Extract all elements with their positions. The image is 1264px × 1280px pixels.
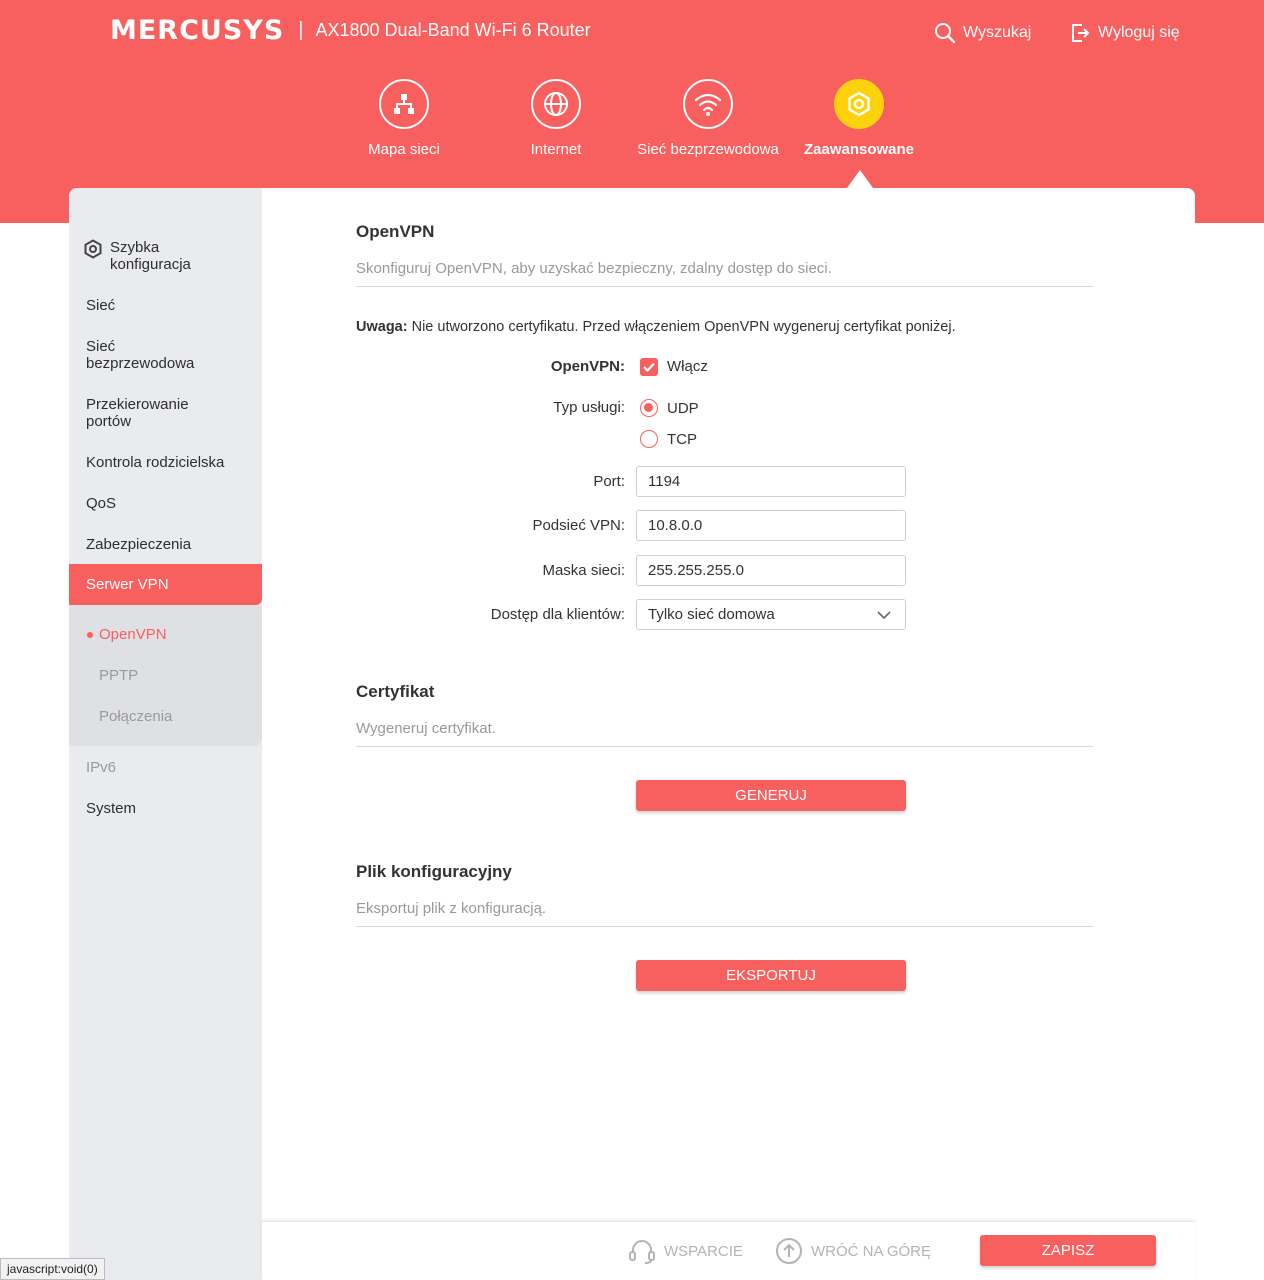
sidebar-item-wireless[interactable]: Sieć bezprzewodowa: [69, 338, 262, 372]
tcp-radio[interactable]: [640, 430, 658, 448]
mercusys-logo[interactable]: MERCUSYS: [110, 15, 284, 46]
sidebar-item-network[interactable]: Sieć: [69, 297, 262, 314]
nav-advanced[interactable]: Zaawansowane: [784, 79, 934, 158]
back-to-top-label: WRÓĆ NA GÓRĘ: [811, 1242, 932, 1260]
checkmark-icon: [643, 362, 655, 373]
sidebar-subitem-connections[interactable]: Połączenia: [99, 708, 172, 725]
generate-button[interactable]: GENERUJ: [636, 780, 906, 811]
sidebar-item-security[interactable]: Zabezpieczenia: [69, 536, 262, 553]
sidebar-item-quick-setup[interactable]: Szybka konfiguracja: [69, 239, 262, 273]
export-button[interactable]: EKSPORTUJ: [636, 960, 906, 991]
nav-label: Mapa sieci: [368, 141, 440, 158]
headset-icon: [629, 1240, 655, 1264]
logout-label: Wyloguj się: [1098, 24, 1180, 41]
nav-label: Sieć bezprzewodowa: [637, 141, 779, 158]
port-input[interactable]: 1194: [636, 466, 906, 497]
openvpn-enable-label: OpenVPN:: [550, 358, 625, 375]
sidebar-submenu: OpenVPN PPTP Połączenia: [69, 605, 262, 746]
client-access-value: Tylko sieć domowa: [648, 606, 775, 623]
sidebar-item-ipv6[interactable]: IPv6: [69, 759, 262, 776]
config-file-description: Eksportuj plik z konfiguracją.: [356, 900, 1093, 927]
openvpn-description: Skonfiguruj OpenVPN, aby uzyskać bezpiec…: [356, 260, 1093, 287]
nav-label: Zaawansowane: [803, 141, 915, 158]
service-type-label: Typ usługi:: [553, 399, 625, 416]
client-access-label: Dostęp dla klientów:: [490, 606, 625, 623]
sidebar-item-parental-controls[interactable]: Kontrola rodzicielska: [69, 454, 262, 471]
sidebar-item-label: Sieć bezprzewodowa: [86, 338, 195, 372]
support-link[interactable]: WSPARCIE: [628, 1237, 743, 1265]
logout-icon: [1072, 24, 1090, 42]
search-button[interactable]: Wyszukaj: [934, 22, 1031, 44]
vpn-subnet-label: Podsieć VPN:: [532, 517, 625, 534]
port-label: Port:: [593, 473, 625, 490]
sidebar-item-label: IPv6: [86, 759, 117, 776]
udp-label: UDP: [667, 400, 699, 417]
support-label: WSPARCIE: [664, 1242, 743, 1260]
nav-wireless[interactable]: Sieć bezprzewodowa: [633, 79, 783, 158]
note-label: Uwaga:: [356, 319, 408, 335]
brand-separator: |: [298, 18, 304, 41]
certificate-title: Certyfikat: [356, 682, 435, 701]
note-text: Nie utworzono certyfikatu. Przed włączen…: [407, 319, 956, 335]
back-to-top-link[interactable]: WRÓĆ NA GÓRĘ: [775, 1237, 931, 1265]
sidebar-item-qos[interactable]: QoS: [69, 495, 262, 512]
active-dot: [87, 632, 93, 638]
main-card: Szybka konfiguracja Sieć Sieć bezprzewod…: [69, 188, 1195, 1280]
wifi-icon: [683, 79, 733, 129]
sidebar-item-label: System: [86, 800, 137, 817]
footer-bar: WSPARCIE WRÓĆ NA GÓRĘ ZAPISZ: [262, 1221, 1195, 1280]
nav-label: Internet: [530, 141, 582, 158]
nav-internet[interactable]: Internet: [481, 79, 631, 158]
openvpn-enable-checkbox[interactable]: [640, 358, 658, 376]
save-button[interactable]: ZAPISZ: [980, 1235, 1156, 1266]
browser-status-bar: javascript:void(0): [0, 1258, 105, 1280]
sidebar-item-label: Zabezpieczenia: [86, 536, 192, 553]
netmask-input[interactable]: 255.255.255.0: [636, 555, 906, 586]
config-file-title: Plik konfiguracyjny: [356, 862, 512, 881]
gear-icon: [84, 239, 102, 259]
gear-icon: [834, 79, 884, 129]
nav-network-map[interactable]: Mapa sieci: [329, 79, 479, 158]
sidebar: Szybka konfiguracja Sieć Sieć bezprzewod…: [69, 188, 262, 1280]
sidebar-subitem-pptp[interactable]: PPTP: [99, 667, 138, 684]
network-map-icon: [379, 79, 429, 129]
sidebar-item-vpn-server[interactable]: Serwer VPN: [69, 564, 262, 605]
openvpn-enable-option: Włącz: [667, 358, 708, 375]
sidebar-item-system[interactable]: System: [69, 800, 262, 817]
openvpn-title: OpenVPN: [356, 222, 435, 241]
globe-icon: [531, 79, 581, 129]
tcp-label: TCP: [667, 431, 697, 448]
client-access-select[interactable]: Tylko sieć domowa: [636, 599, 906, 630]
sidebar-item-label: Szybka konfiguracja: [110, 239, 191, 273]
udp-radio[interactable]: [640, 399, 658, 417]
sidebar-item-label: Sieć: [86, 297, 116, 314]
chevron-down-icon: [877, 611, 891, 620]
search-icon: [935, 23, 956, 44]
netmask-label: Maska sieci:: [542, 562, 625, 579]
logout-button[interactable]: Wyloguj się: [1069, 22, 1180, 44]
brand: MERCUSYS | AX1800 Dual-Band Wi-Fi 6 Rout…: [110, 15, 591, 46]
sidebar-item-label: Przekierowanie portów: [86, 396, 189, 430]
sidebar-item-label: Serwer VPN: [86, 576, 169, 593]
search-label: Wyszukaj: [963, 24, 1032, 41]
sidebar-item-label: Kontrola rodzicielska: [86, 454, 225, 471]
vpn-subnet-input[interactable]: 10.8.0.0: [636, 510, 906, 541]
certificate-note: Uwaga: Nie utworzono certyfikatu. Przed …: [356, 319, 956, 335]
model-name: AX1800 Dual-Band Wi-Fi 6 Router: [315, 19, 591, 40]
certificate-description: Wygeneruj certyfikat.: [356, 720, 1093, 747]
arrow-up-icon: [776, 1238, 802, 1264]
nav-active-pointer: [847, 170, 873, 188]
sidebar-item-label: QoS: [86, 495, 117, 512]
sidebar-subitem-openvpn[interactable]: OpenVPN: [99, 626, 167, 643]
sidebar-item-port-forwarding[interactable]: Przekierowanie portów: [69, 396, 262, 430]
